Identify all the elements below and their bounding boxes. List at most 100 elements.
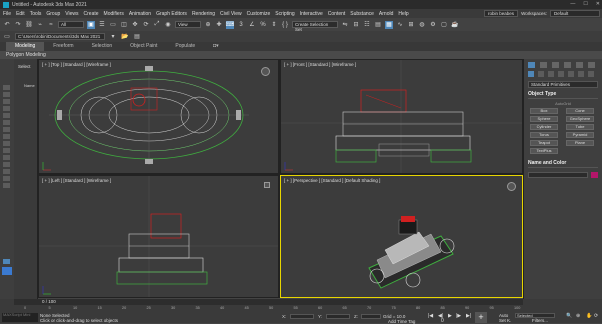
menu-create[interactable]: Create [84, 11, 99, 17]
select-by-name-icon[interactable]: ☰ [98, 21, 106, 29]
select-object-icon[interactable]: ▣ [87, 20, 95, 29]
go-to-end-icon[interactable]: ▶| [466, 313, 471, 319]
viewport-left[interactable]: [ + ] [Left ] [Standard ] [Wireframe ] [38, 175, 279, 298]
maximize-button[interactable]: ☐ [583, 1, 587, 7]
menu-group[interactable]: Group [46, 11, 60, 17]
display-invert-icon[interactable] [3, 183, 10, 188]
pyramid-button[interactable]: Pyramid [566, 132, 594, 138]
rotate-icon[interactable]: ⟳ [142, 21, 150, 29]
display-helpers-icon[interactable] [3, 113, 10, 118]
teapot-button[interactable]: Teapot [530, 140, 558, 146]
set-key-plus-icon[interactable]: + [475, 312, 487, 323]
bind-space-warp-icon[interactable]: ≈ [47, 21, 55, 29]
geometry-category-icon[interactable] [528, 71, 534, 77]
viewport-top-label[interactable]: [ + ] [Top ] [Standard ] [Wireframe ] [42, 62, 111, 67]
viewport-perspective-label[interactable]: [ + ] [Perspective ] [Standard ] [Defaul… [284, 178, 380, 183]
y-coord-field[interactable] [326, 314, 350, 319]
hierarchy-tab-icon[interactable] [552, 62, 559, 68]
menu-modifiers[interactable]: Modifiers [104, 11, 124, 17]
tab-object-paint[interactable]: Object Paint [121, 42, 166, 51]
pan-icon[interactable]: ✋ [586, 313, 592, 319]
viewport-top[interactable]: [ + ] [Top ] [Standard ] [Wireframe ] [38, 59, 279, 174]
open-folder-icon[interactable]: 📂 [121, 33, 129, 41]
display-geometry-icon[interactable] [3, 85, 10, 90]
torus-button[interactable]: Torus [530, 132, 558, 138]
minimize-button[interactable]: — [570, 1, 575, 7]
lights-category-icon[interactable] [548, 71, 554, 77]
motion-tab-icon[interactable] [564, 62, 571, 68]
go-to-start-icon[interactable]: |◀ [428, 313, 433, 319]
name-column-header[interactable]: Name [14, 83, 37, 88]
material-editor-icon[interactable]: ◍ [418, 21, 426, 29]
primitive-category-select[interactable]: Standard Primitives [528, 81, 598, 88]
shapes-category-icon[interactable] [538, 71, 544, 77]
select-tab[interactable]: Select [14, 59, 37, 69]
x-coord-field[interactable] [290, 314, 314, 319]
tube-button[interactable]: Tube [566, 124, 594, 130]
systems-category-icon[interactable] [588, 71, 594, 77]
add-time-tag-button[interactable]: Add Time Tag [388, 319, 415, 324]
reference-coord-select[interactable]: View [175, 21, 201, 28]
z-coord-field[interactable] [361, 314, 381, 319]
viewport-left-label[interactable]: [ + ] [Left ] [Standard ] [Wireframe ] [42, 178, 111, 183]
autogrid-checkbox[interactable]: AutoGrid [524, 101, 602, 106]
menu-rendering[interactable]: Rendering [192, 11, 215, 17]
toggle-scene-explorer-icon[interactable]: ☷ [363, 21, 371, 29]
display-all-icon[interactable] [3, 169, 10, 174]
utilities-tab-icon[interactable] [588, 62, 595, 68]
window-crossing-icon[interactable]: ◫ [120, 21, 128, 29]
ribbon-panel-polygon-modeling[interactable]: Polygon Modeling [0, 51, 602, 59]
tab-selection[interactable]: Selection [83, 42, 122, 51]
viewcube-perspective-icon[interactable] [507, 182, 516, 191]
cylinder-button[interactable]: Cylinder [530, 124, 558, 130]
move-icon[interactable]: ✥ [131, 21, 139, 29]
tab-populate[interactable]: Populate [166, 42, 204, 51]
rect-selection-icon[interactable]: ▭ [109, 21, 117, 29]
place-icon[interactable]: ◉ [164, 21, 172, 29]
next-frame-icon[interactable]: |▶ [456, 313, 461, 319]
display-hidden-icon[interactable] [3, 162, 10, 167]
unlink-icon[interactable]: ⌁ [36, 21, 44, 29]
display-frozen-icon[interactable] [3, 155, 10, 160]
object-name-field[interactable] [528, 172, 588, 178]
menu-interactive[interactable]: Interactive [300, 11, 323, 17]
close-button[interactable]: ✕ [596, 1, 600, 7]
set-key-button[interactable]: Set K. [499, 318, 511, 323]
viewcube-top-icon[interactable] [261, 67, 270, 76]
cone-button[interactable]: Cone [566, 108, 594, 114]
project-menu-icon[interactable]: ▾ [109, 33, 117, 41]
mirror-icon[interactable]: ⇋ [341, 21, 349, 29]
render-production-icon[interactable]: ☕ [451, 21, 459, 29]
schematic-view-icon[interactable]: ⊞ [407, 21, 415, 29]
selection-filter-select[interactable]: All [58, 21, 84, 28]
menu-substance[interactable]: Substance [350, 11, 374, 17]
orbit-icon[interactable]: ⟳ [594, 313, 598, 319]
menu-tools[interactable]: Tools [30, 11, 42, 17]
menu-file[interactable]: File [3, 11, 11, 17]
display-groups-icon[interactable] [3, 127, 10, 132]
menu-edit[interactable]: Edit [16, 11, 25, 17]
layer-explorer-icon[interactable] [3, 259, 10, 264]
display-none-icon[interactable] [3, 176, 10, 181]
viewport-perspective[interactable]: [ + ] [Perspective ] [Standard ] [Defaul… [280, 175, 523, 298]
display-lights-icon[interactable] [3, 99, 10, 104]
viewcube-left-icon[interactable] [264, 182, 270, 188]
named-selection-set-select[interactable]: Create Selection Set [292, 21, 338, 32]
name-and-color-rollout[interactable]: Name and Color [528, 160, 598, 168]
rendered-frame-window-icon[interactable]: ▢ [440, 21, 448, 29]
snaps-toggle-icon[interactable]: 3 [237, 21, 245, 29]
track-bar[interactable]: 0 5 10 15 20 25 30 35 40 45 50 55 60 65 70 75 80 85 90 95 10… [24, 305, 524, 312]
keyboard-shortcut-override-icon[interactable]: ⌨ [226, 20, 234, 29]
project-path-field[interactable]: C:\Users\robin\Documents\3ds Max 2021 [15, 33, 105, 40]
menu-content[interactable]: Content [328, 11, 346, 17]
plane-button[interactable]: Plane [566, 140, 594, 146]
tab-freeform[interactable]: Freeform [44, 42, 82, 51]
project-folder-icon[interactable]: ▭ [3, 33, 11, 41]
box-button[interactable]: Box [530, 108, 558, 114]
object-color-swatch[interactable] [591, 172, 598, 178]
edit-named-selection-icon[interactable]: { } [281, 21, 289, 29]
link-icon[interactable]: ⛓ [25, 21, 33, 29]
zoom-all-icon[interactable]: ⊕ [576, 313, 580, 319]
spinner-snap-icon[interactable]: ⇕ [270, 21, 278, 29]
render-setup-icon[interactable]: ⚙ [429, 21, 437, 29]
